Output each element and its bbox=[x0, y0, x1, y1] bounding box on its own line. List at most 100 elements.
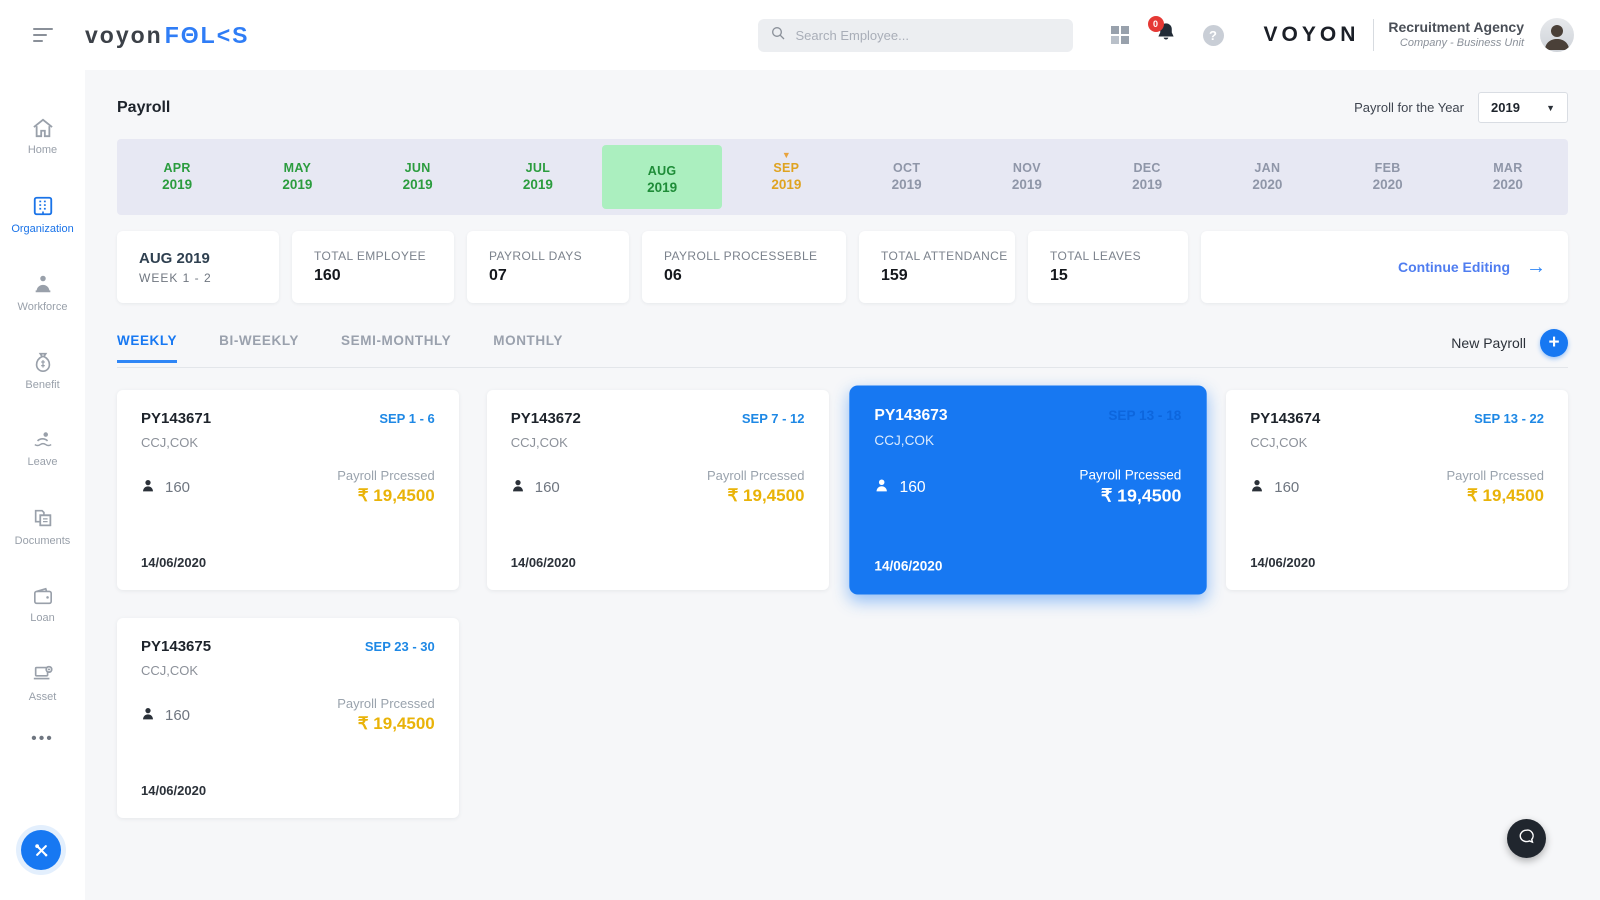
summary-row: AUG 2019 WEEK 1 - 2 TOTAL EMPLOYEE 160 P… bbox=[117, 231, 1568, 303]
new-payroll-button[interactable]: New Payroll + bbox=[1451, 329, 1568, 367]
workforce-icon bbox=[32, 273, 54, 295]
month-label: MAY bbox=[283, 161, 312, 175]
documents-icon bbox=[32, 507, 54, 529]
notifications-bell-icon[interactable]: 0 bbox=[1147, 16, 1177, 49]
continue-editing-button[interactable]: Continue Editing → bbox=[1201, 231, 1568, 303]
stat-value: 07 bbox=[489, 267, 507, 284]
user-avatar[interactable] bbox=[1540, 18, 1574, 52]
hamburger-menu-icon[interactable] bbox=[0, 28, 85, 42]
month-tab-aug-2019[interactable]: AUG 2019 bbox=[602, 145, 723, 209]
month-strip: APR 2019 MAY 2019 JUN 2019 JUL 2019 AUG 2019 … bbox=[117, 139, 1568, 215]
frequency-tabs: WEEKLY BI-WEEKLY SEMI-MONTHLY MONTHLY Ne… bbox=[117, 329, 1568, 368]
year-select[interactable]: 2019 ▼ bbox=[1478, 92, 1568, 123]
loan-icon bbox=[32, 586, 54, 606]
sidebar-item-organization[interactable]: Organization bbox=[0, 176, 85, 254]
payroll-card-PY143674[interactable]: PY143674 SEP 13 - 22 CCJ,COK 160 Payroll… bbox=[1226, 390, 1568, 590]
search-input[interactable] bbox=[795, 27, 1061, 43]
sidebar-item-documents[interactable]: Documents bbox=[0, 488, 85, 566]
sidebar-item-loan[interactable]: Loan bbox=[0, 566, 85, 644]
month-label: SEP bbox=[773, 161, 800, 175]
payroll-amount: ₹ 19,4500 bbox=[1100, 485, 1181, 506]
payroll-card-PY143675[interactable]: PY143675 SEP 23 - 30 CCJ,COK 160 Payroll… bbox=[117, 618, 459, 818]
month-tab-dec-2019[interactable]: DEC 2019 bbox=[1087, 139, 1207, 215]
asset-icon bbox=[32, 663, 54, 685]
employee-search[interactable] bbox=[757, 18, 1073, 52]
sidebar-item-label: Home bbox=[27, 144, 58, 156]
app-logo-secondary: FΘL<S bbox=[164, 21, 250, 48]
payroll-org-codes: CCJ,COK bbox=[873, 432, 934, 449]
month-tab-sep-2019[interactable]: ▼ SEP 2019 bbox=[726, 139, 846, 215]
month-tab-jul-2019[interactable]: JUL 2019 bbox=[478, 139, 598, 215]
month-label: NOV bbox=[1012, 161, 1041, 175]
period-title: AUG 2019 bbox=[139, 249, 210, 267]
person-icon bbox=[874, 477, 889, 497]
help-icon[interactable]: ? bbox=[1202, 24, 1224, 46]
page-title: Payroll bbox=[117, 98, 171, 116]
sidebar-more-icon[interactable]: ••• bbox=[31, 730, 54, 748]
stat-label: TOTAL LEAVES bbox=[1050, 249, 1142, 263]
payroll-org-codes: CCJ,COK bbox=[141, 435, 199, 450]
tab-monthly[interactable]: MONTHLY bbox=[493, 333, 563, 363]
benefit-icon bbox=[32, 351, 54, 373]
payroll-card-PY143673-selected[interactable]: PY143673 SEP 13 - 18 CCJ,COK 160 Payroll… bbox=[848, 385, 1206, 595]
stat-card-payroll-processeble: PAYROLL PROCESSEBLE 06 bbox=[642, 231, 846, 303]
month-tab-jan-2020[interactable]: JAN 2020 bbox=[1207, 139, 1327, 215]
payroll-org-codes: CCJ,COK bbox=[510, 435, 568, 450]
sidebar-item-home[interactable]: Home bbox=[0, 98, 85, 176]
payroll-org-codes: CCJ,COK bbox=[141, 663, 199, 678]
tab-bi-weekly[interactable]: BI-WEEKLY bbox=[219, 333, 299, 363]
current-month-pointer-icon: ▼ bbox=[781, 150, 791, 160]
sidebar-item-benefit[interactable]: Benefit bbox=[0, 332, 85, 410]
stat-label: PAYROLL PROCESSEBLE bbox=[664, 249, 818, 263]
payroll-card-grid: PY143671 SEP 1 - 6 CCJ,COK 160 Payroll P… bbox=[117, 385, 1568, 818]
payroll-amount: ₹ 19,4500 bbox=[357, 714, 435, 733]
payroll-card-PY143671[interactable]: PY143671 SEP 1 - 6 CCJ,COK 160 Payroll P… bbox=[117, 390, 459, 590]
payroll-status: Payroll Prcessed bbox=[337, 696, 435, 711]
app-logo: voyon FΘL<S bbox=[85, 22, 250, 49]
year-label: 2019 bbox=[647, 179, 678, 195]
month-tab-apr-2019[interactable]: APR 2019 bbox=[117, 139, 237, 215]
top-bar: voyon FΘL<S 0 ? VOYON Recruitment Agency… bbox=[0, 0, 1600, 70]
chat-fab[interactable] bbox=[1507, 819, 1546, 858]
payroll-id: PY143674 bbox=[1250, 410, 1321, 427]
month-tab-nov-2019[interactable]: NOV 2019 bbox=[967, 139, 1087, 215]
sidebar-item-asset[interactable]: Asset bbox=[0, 644, 85, 722]
payroll-status: Payroll Prcessed bbox=[337, 468, 435, 483]
month-label: FEB bbox=[1374, 161, 1401, 175]
tab-semi-monthly[interactable]: SEMI-MONTHLY bbox=[341, 333, 451, 363]
year-label: 2019 bbox=[522, 177, 553, 192]
month-tab-jun-2019[interactable]: JUN 2019 bbox=[358, 139, 478, 215]
year-label: 2019 bbox=[162, 177, 193, 192]
sidebar-item-workforce[interactable]: Workforce bbox=[0, 254, 85, 332]
person-icon bbox=[141, 478, 155, 497]
month-tab-may-2019[interactable]: MAY 2019 bbox=[237, 139, 357, 215]
month-tab-oct-2019[interactable]: OCT 2019 bbox=[847, 139, 967, 215]
sidebar-nav: Home Organization Workforce Benefit Leav… bbox=[0, 70, 85, 900]
leave-icon bbox=[32, 430, 54, 450]
month-tab-feb-2020[interactable]: FEB 2020 bbox=[1328, 139, 1448, 215]
sidebar-item-leave[interactable]: Leave bbox=[0, 410, 85, 488]
sidebar-item-label: Workforce bbox=[17, 301, 68, 313]
main-content: Payroll Payroll for the Year 2019 ▼ APR 2… bbox=[85, 70, 1600, 900]
stat-label: TOTAL EMPLOYEE bbox=[314, 249, 427, 263]
settings-tools-fab[interactable] bbox=[21, 830, 61, 870]
employee-count: 160 bbox=[1274, 478, 1300, 496]
stat-value: 15 bbox=[1050, 267, 1068, 284]
payroll-amount: ₹ 19,4500 bbox=[727, 486, 805, 505]
payroll-date-range: SEP 13 - 22 bbox=[1474, 411, 1544, 426]
tab-weekly[interactable]: WEEKLY bbox=[117, 333, 178, 363]
month-tab-mar-2020[interactable]: MAR 2020 bbox=[1448, 139, 1568, 215]
payroll-card-PY143672[interactable]: PY143672 SEP 7 - 12 CCJ,COK 160 Payroll … bbox=[486, 390, 829, 590]
payroll-id: PY143673 bbox=[873, 406, 948, 425]
org-name: Recruitment Agency bbox=[1388, 19, 1524, 36]
notification-count-badge: 0 bbox=[1147, 16, 1164, 32]
payroll-org-codes: CCJ,COK bbox=[1250, 435, 1308, 450]
month-label: MAR bbox=[1493, 161, 1523, 175]
organization-icon bbox=[32, 195, 54, 217]
month-label: DEC bbox=[1133, 161, 1161, 175]
divider bbox=[1373, 19, 1375, 51]
stat-value: 06 bbox=[664, 267, 682, 284]
year-select-label: Payroll for the Year bbox=[1354, 100, 1464, 115]
stat-label: TOTAL ATTENDANCE bbox=[881, 249, 1008, 263]
apps-grid-icon[interactable] bbox=[1110, 26, 1129, 44]
